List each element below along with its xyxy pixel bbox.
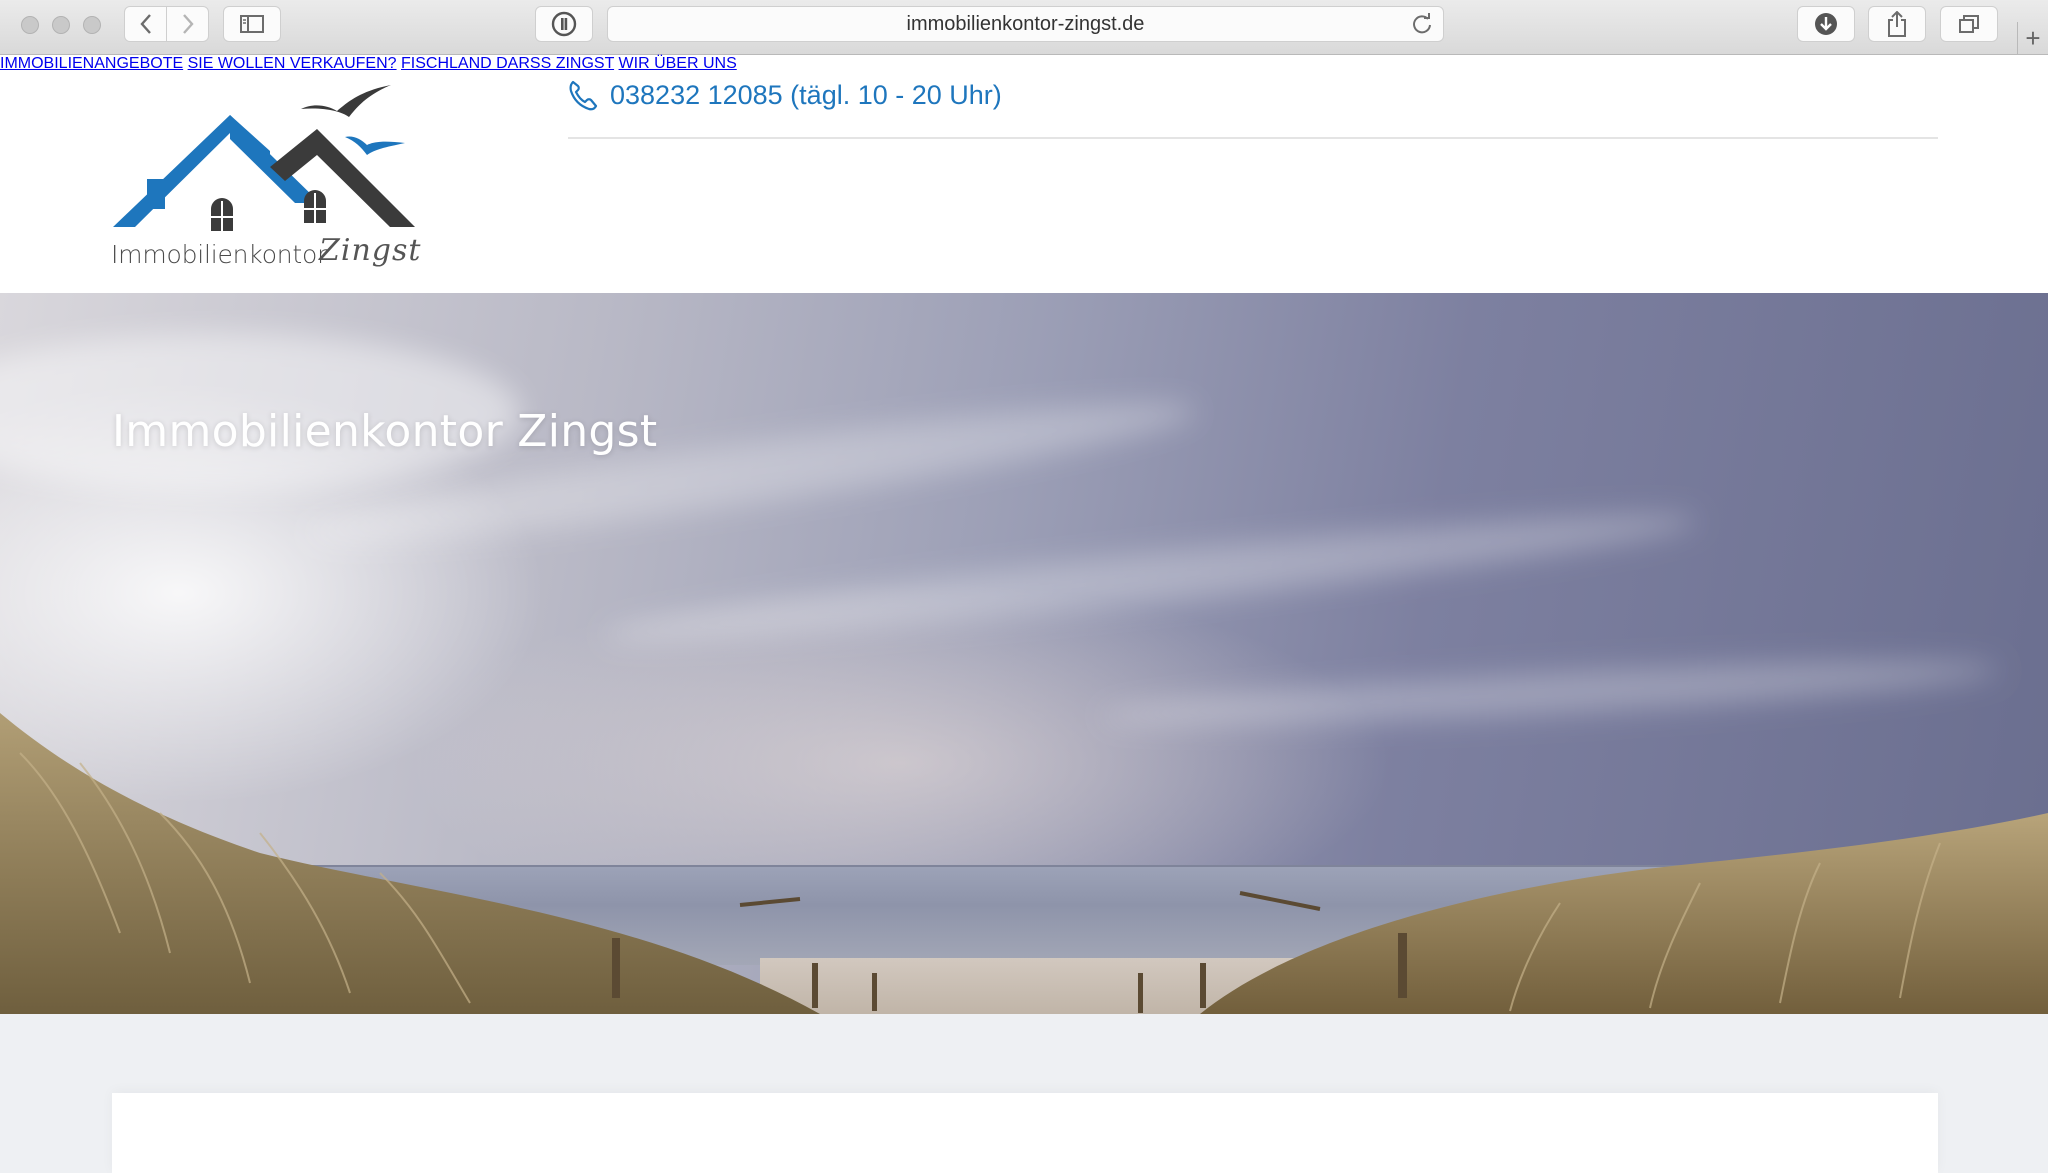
downloads-button[interactable] xyxy=(1797,6,1855,42)
forward-icon xyxy=(182,14,194,34)
forward-button[interactable] xyxy=(166,6,209,42)
url-text: immobilienkontor-zingst.de xyxy=(906,12,1145,35)
new-tab-button[interactable]: + xyxy=(2017,22,2048,55)
sidebar-button[interactable] xyxy=(223,6,281,42)
phone-number: 038232 12085 (tägl. 10 - 20 Uhr) xyxy=(610,79,1002,110)
hero-banner: Immobilienkontor Zingst xyxy=(0,293,2048,1014)
window-icon xyxy=(211,198,233,231)
back-icon xyxy=(139,14,151,34)
phone-icon xyxy=(569,80,598,111)
hero-dunes xyxy=(0,713,2048,1014)
site-logo[interactable]: Immobilienkontor Zingst xyxy=(105,67,445,282)
phone-contact[interactable]: 038232 12085 (tägl. 10 - 20 Uhr) xyxy=(568,79,1002,111)
privacy-report-button[interactable] xyxy=(535,6,593,42)
header-divider xyxy=(568,137,1938,139)
sidebar-icon xyxy=(240,15,264,33)
new-tab-icon: + xyxy=(2025,23,2041,53)
site-header: Immobilienkontor Zingst 038232 12085 (tä… xyxy=(0,55,2048,293)
browser-toolbar: immobilienkontor-zingst.de + xyxy=(0,0,2048,55)
nav-item-wir-ueber-uns[interactable]: WIR ÜBER UNS xyxy=(619,55,737,72)
hero-title: Immobilienkontor Zingst xyxy=(112,406,658,458)
minimize-window-button[interactable] xyxy=(52,16,70,34)
logo-wordmark: Immobilienkontor xyxy=(111,240,328,269)
close-window-button[interactable] xyxy=(21,16,39,34)
window-icon xyxy=(304,190,326,223)
share-icon xyxy=(1888,11,1906,37)
seagull-icon xyxy=(345,136,405,155)
logo-houses-graphic xyxy=(113,85,415,231)
zoom-window-button[interactable] xyxy=(83,16,101,34)
share-button[interactable] xyxy=(1868,6,1926,42)
privacy-report-icon xyxy=(551,11,577,37)
tabs-overview-icon xyxy=(1959,15,1979,33)
logo-script: Zingst xyxy=(319,233,422,268)
reload-icon[interactable] xyxy=(1411,13,1433,35)
seagull-icon xyxy=(301,85,391,117)
download-icon xyxy=(1815,13,1837,35)
content-card xyxy=(112,1093,1938,1173)
tabs-overview-button[interactable] xyxy=(1940,6,1998,42)
back-button[interactable] xyxy=(124,6,167,42)
address-bar[interactable]: immobilienkontor-zingst.de xyxy=(607,6,1444,42)
